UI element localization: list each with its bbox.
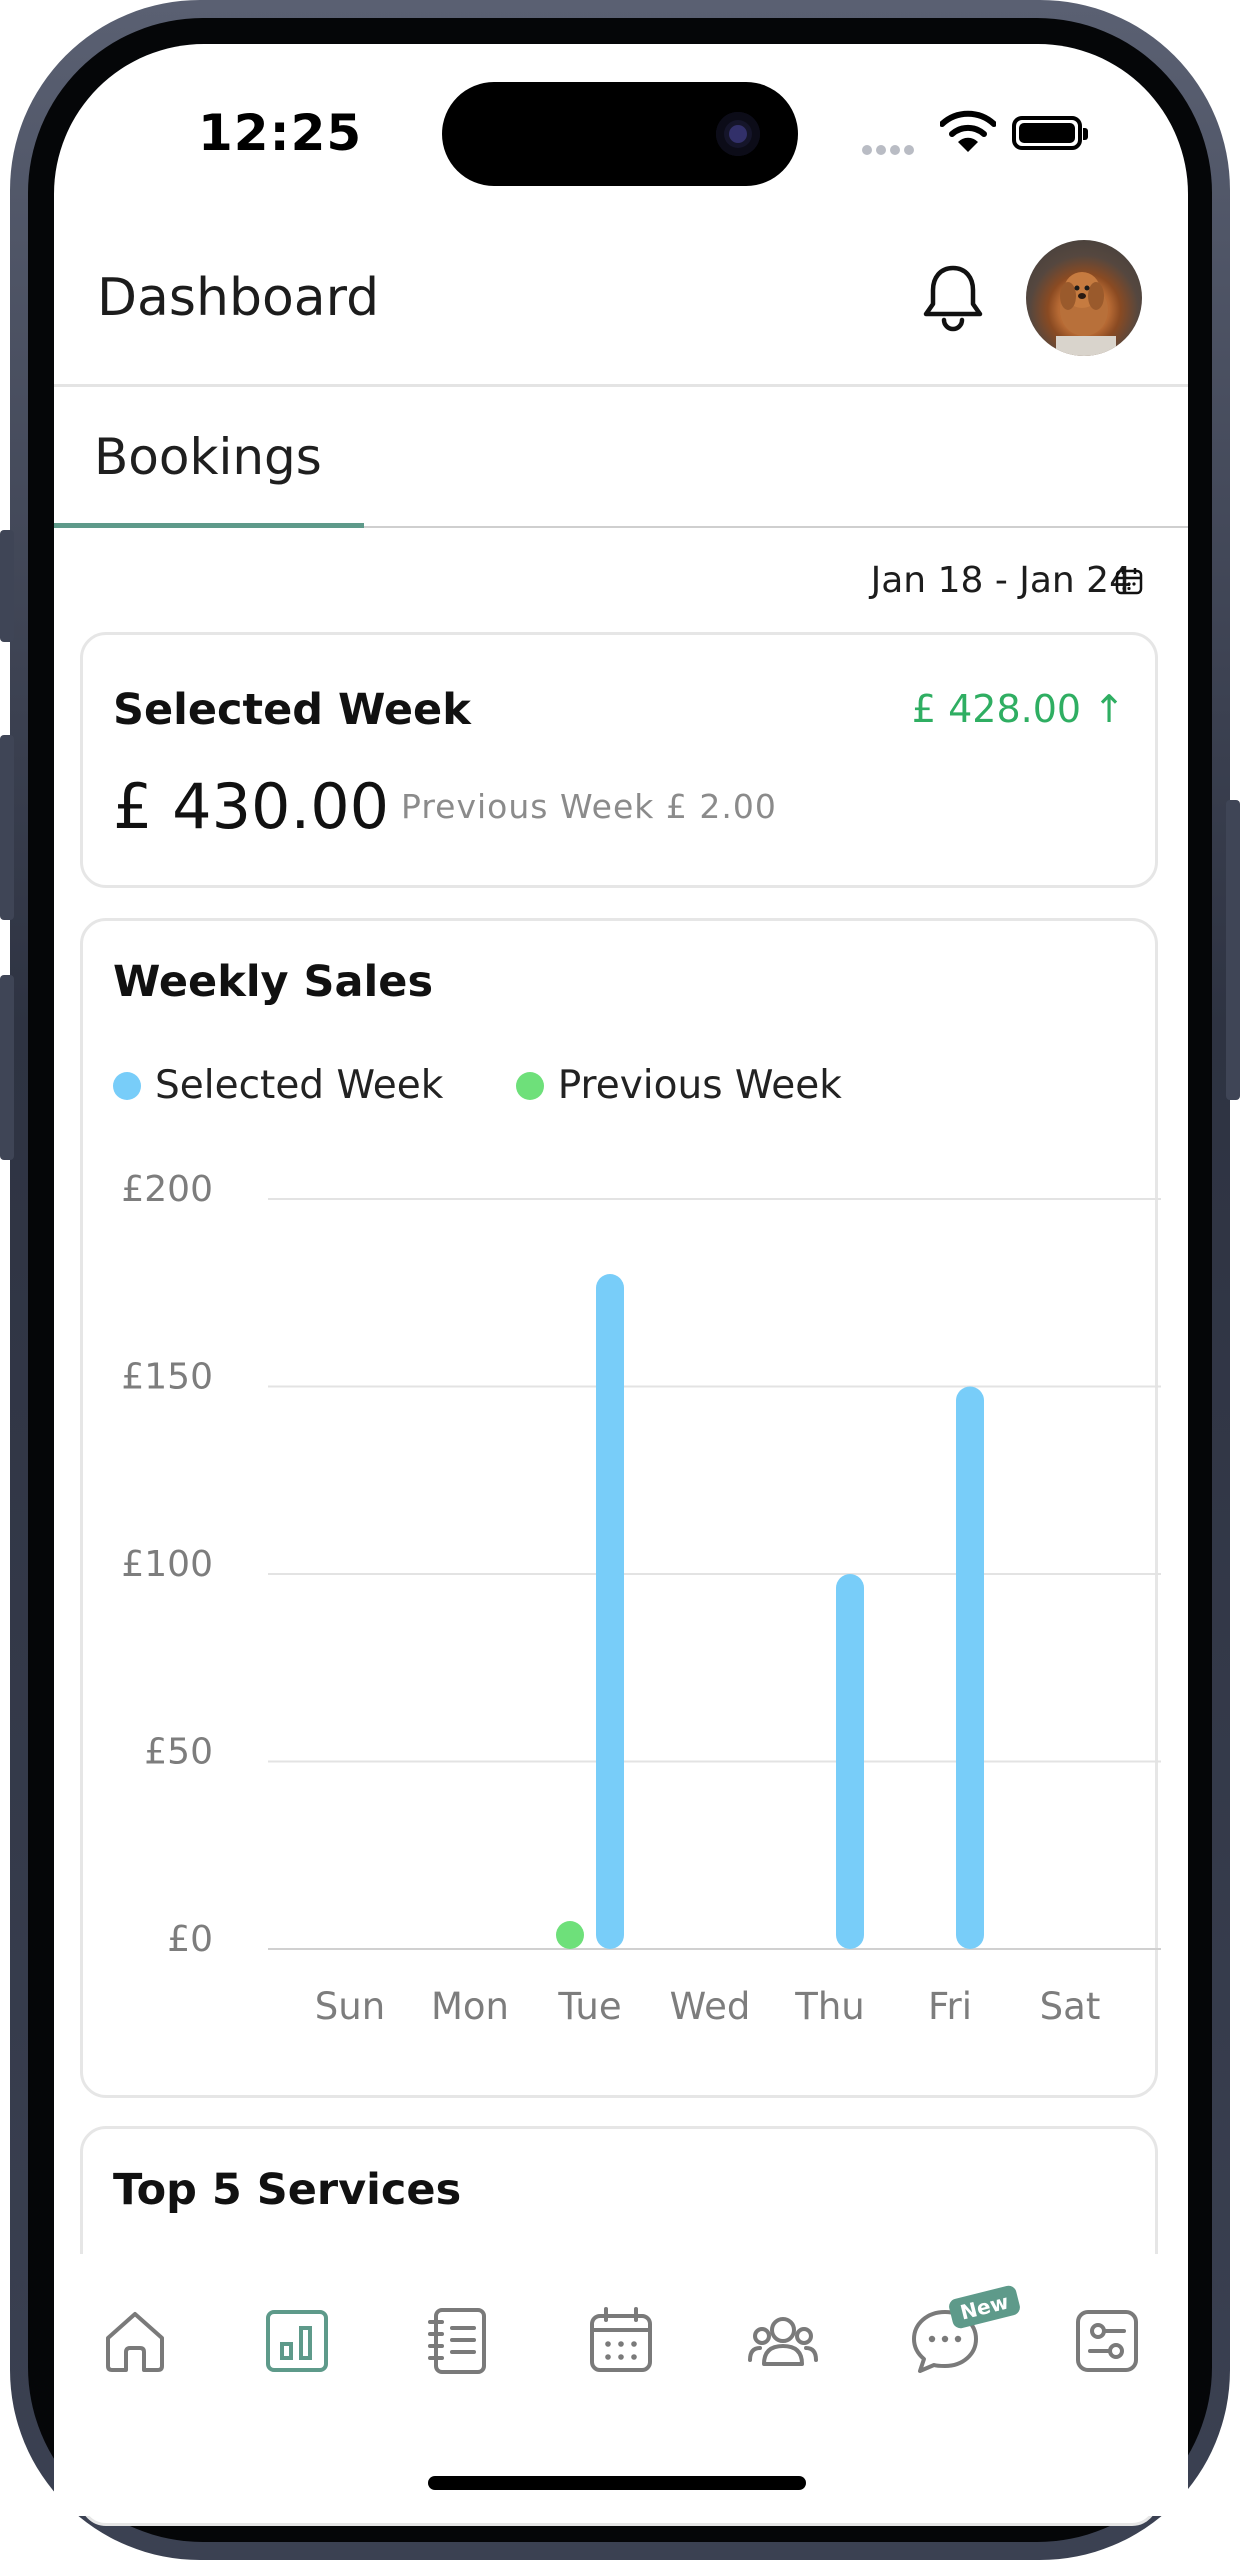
side-button-right bbox=[1226, 800, 1240, 1100]
x-tick-label: Sat bbox=[1040, 1985, 1101, 2028]
home-indicator[interactable] bbox=[428, 2476, 806, 2490]
page-title: Dashboard bbox=[97, 268, 380, 328]
new-badge: New bbox=[947, 2284, 1022, 2330]
nav-settings[interactable] bbox=[1070, 2304, 1144, 2378]
top-services-title: Top 5 Services bbox=[113, 2165, 462, 2215]
selected-week-card: Selected Week £ 428.00 ↑ £ 430.00 Previo… bbox=[80, 632, 1158, 888]
dynamic-island bbox=[442, 82, 798, 186]
cellular-signal-icon bbox=[862, 140, 918, 159]
bell-icon[interactable] bbox=[918, 262, 988, 334]
y-tick-label: £0 bbox=[167, 1919, 213, 1960]
status-time: 12:25 bbox=[198, 104, 363, 162]
battery-icon bbox=[1012, 116, 1088, 150]
side-button-left-3 bbox=[0, 975, 14, 1160]
avatar[interactable] bbox=[1026, 240, 1142, 356]
camera-icon bbox=[716, 112, 760, 156]
weekly-sales-card: Weekly Sales Selected Week Previous Week… bbox=[80, 918, 1161, 2098]
calendar-icon[interactable] bbox=[1114, 566, 1144, 596]
tab-active-indicator bbox=[54, 523, 364, 528]
tab-bookings[interactable]: Bookings bbox=[94, 428, 322, 486]
selected-week-amount: £ 430.00 bbox=[113, 770, 390, 843]
notebook-icon bbox=[428, 2308, 486, 2374]
settings-icon bbox=[1076, 2310, 1138, 2372]
y-tick-label: £100 bbox=[121, 1544, 213, 1585]
wifi-icon bbox=[940, 110, 996, 152]
previous-week-amount: Previous Week £ 2.00 bbox=[401, 787, 777, 826]
weekly-sales-chart: £200 £150 £100 £50 £0 Sun Mon Tue Wed Thu Fri Sat bbox=[121, 1169, 1161, 2028]
y-tick-label: £150 bbox=[121, 1357, 213, 1398]
bar-previous-week-tue[interactable] bbox=[556, 1921, 584, 1949]
x-tick-label: Fri bbox=[928, 1985, 972, 2028]
nav-home[interactable] bbox=[98, 2304, 172, 2378]
x-tick-label: Thu bbox=[794, 1985, 865, 2028]
calendar-icon bbox=[590, 2307, 652, 2372]
week-change-value: £ 428.00 ↑ bbox=[911, 687, 1125, 731]
x-tick-label: Sun bbox=[315, 1985, 385, 2028]
home-icon bbox=[106, 2312, 164, 2372]
chart-icon bbox=[266, 2310, 328, 2372]
nav-dashboard[interactable] bbox=[260, 2304, 334, 2378]
nav-notebook[interactable] bbox=[422, 2304, 496, 2378]
selected-week-title: Selected Week bbox=[113, 685, 471, 735]
side-button-left-1 bbox=[0, 530, 14, 642]
x-tick-label: Tue bbox=[557, 1985, 621, 2028]
x-tick-label: Wed bbox=[670, 1985, 751, 2028]
users-icon bbox=[748, 2317, 818, 2366]
nav-calendar[interactable] bbox=[584, 2304, 658, 2378]
y-tick-label: £200 bbox=[121, 1169, 213, 1210]
side-button-left-2 bbox=[0, 735, 14, 920]
nav-clients[interactable] bbox=[746, 2304, 820, 2378]
header-divider bbox=[54, 384, 1188, 387]
date-range-label[interactable]: Jan 18 - Jan 24 bbox=[871, 560, 1132, 601]
y-tick-label: £50 bbox=[144, 1732, 213, 1773]
x-tick-label: Mon bbox=[431, 1985, 509, 2028]
